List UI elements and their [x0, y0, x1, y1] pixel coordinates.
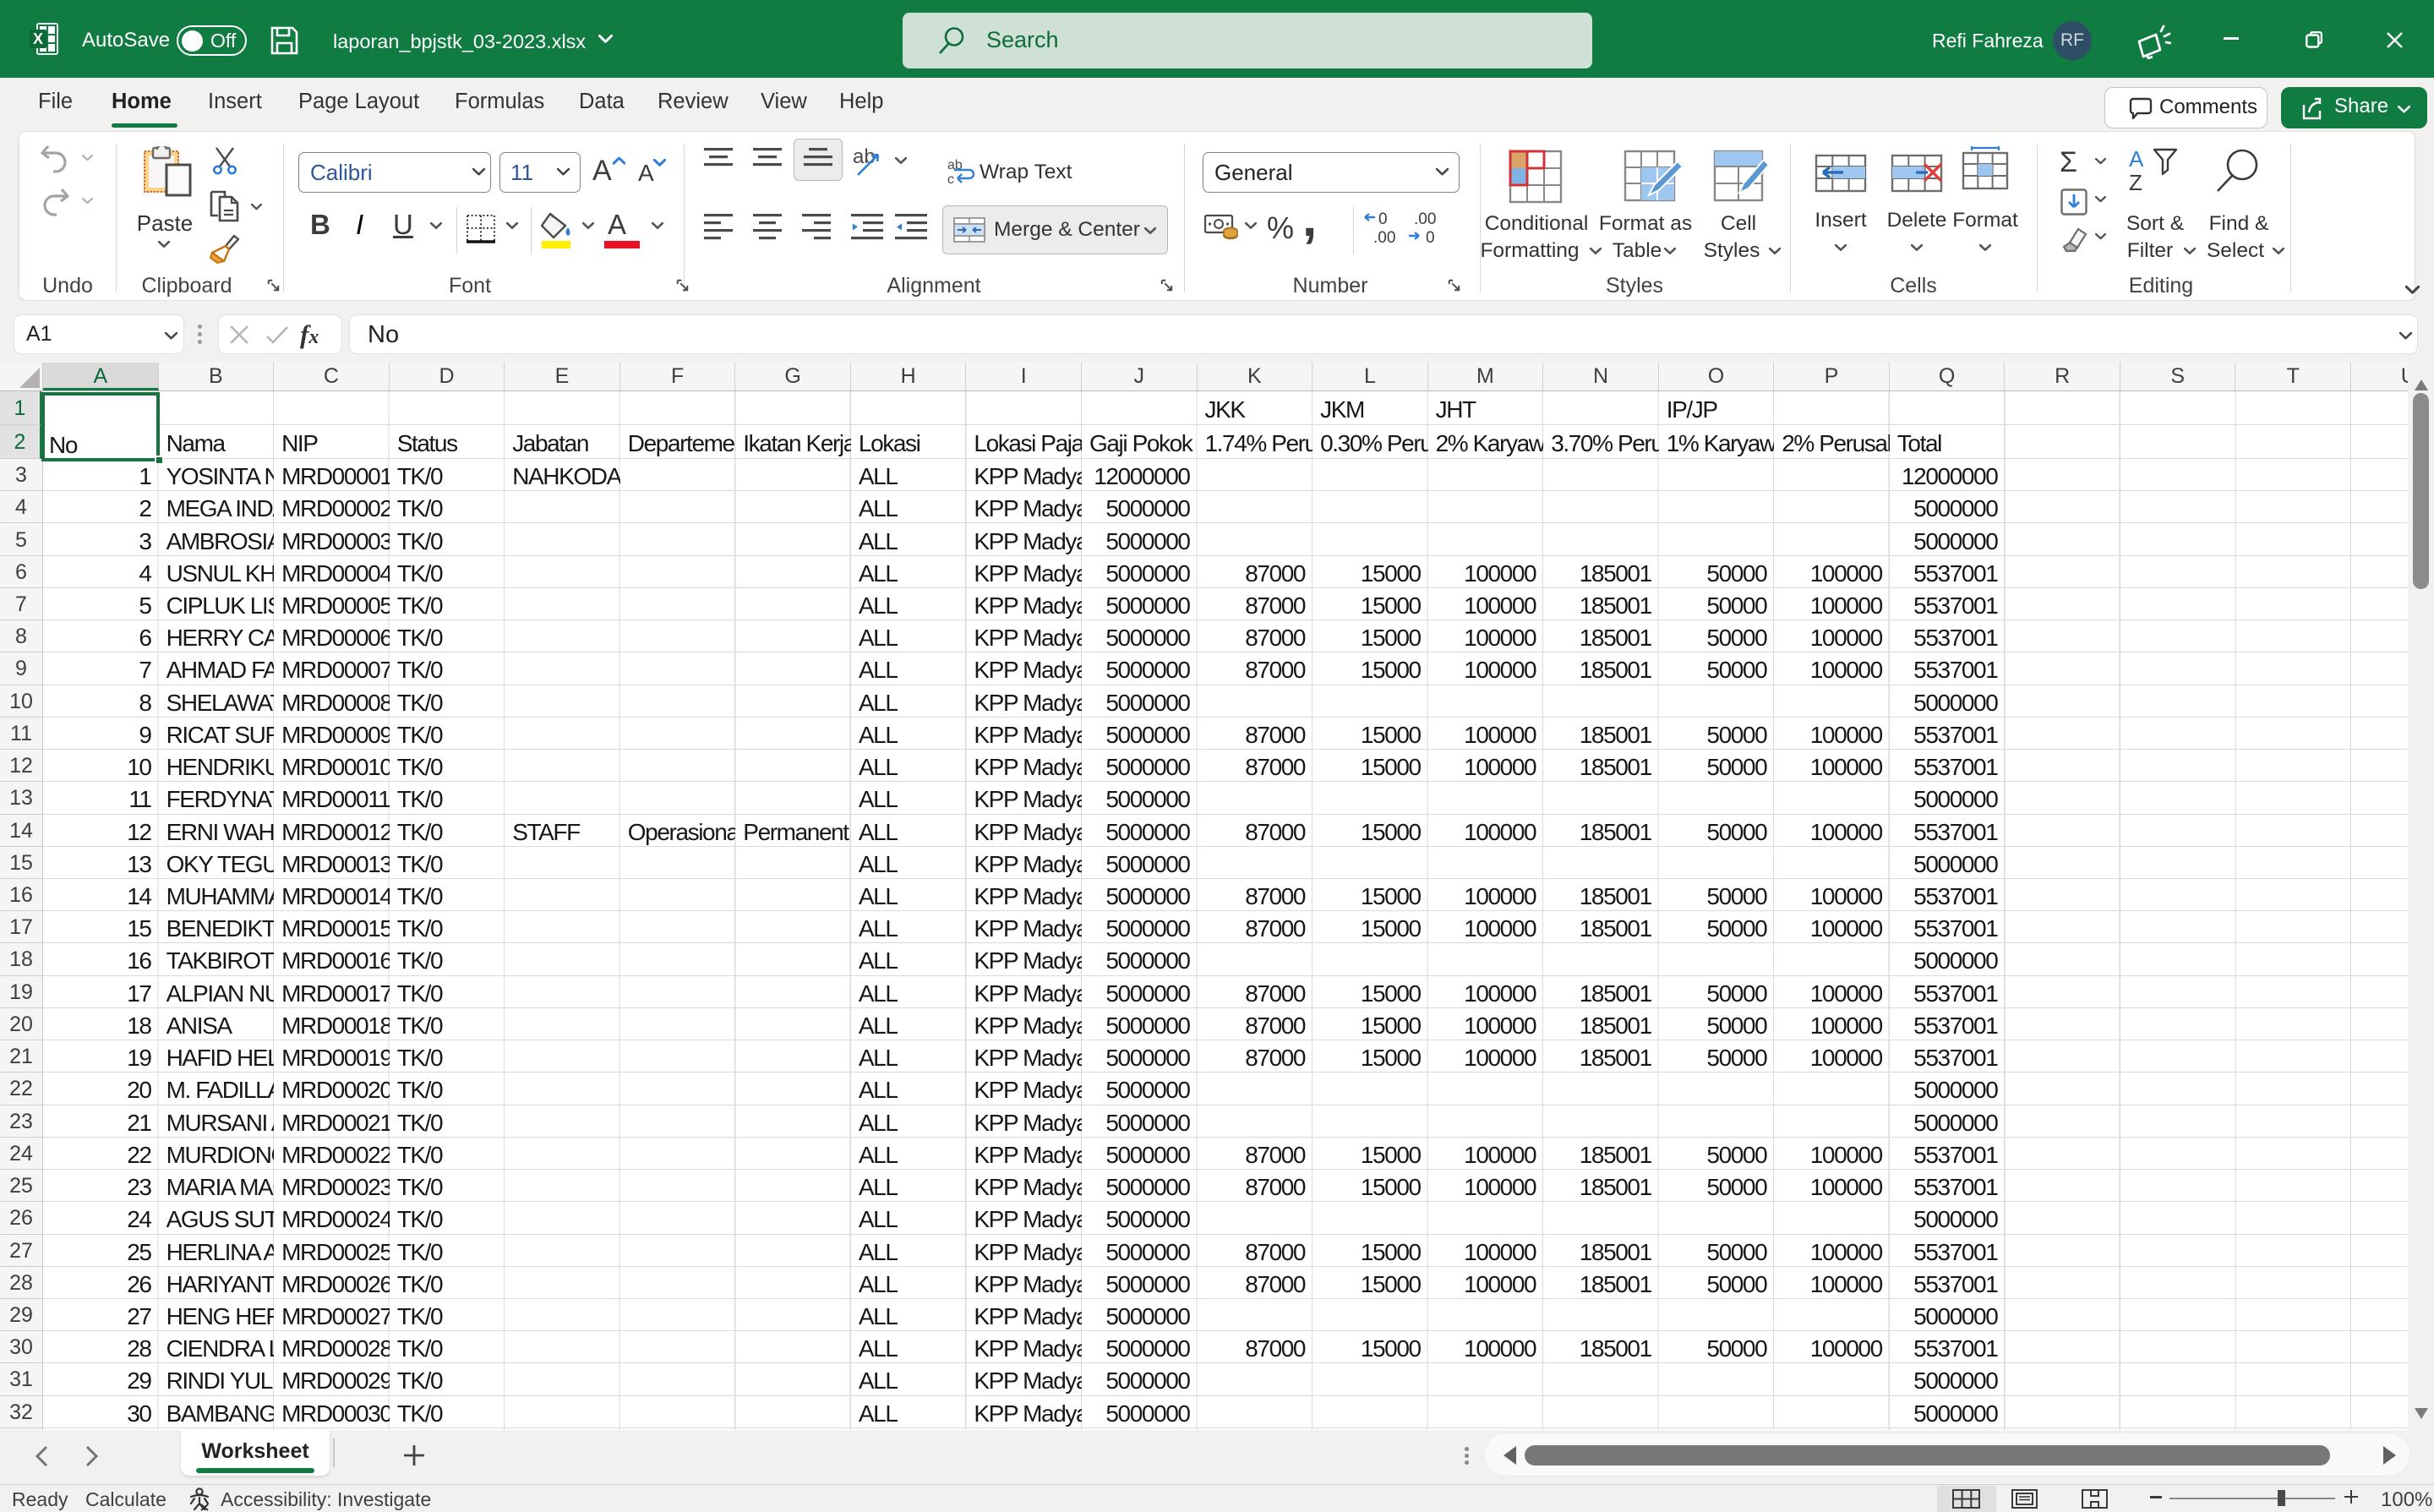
svg-text:X: X — [33, 30, 43, 47]
svg-text:0: 0 — [1426, 229, 1435, 246]
svg-text:Z: Z — [2129, 170, 2142, 194]
svg-text:.00: .00 — [1414, 210, 1436, 228]
svg-text:c: c — [947, 172, 954, 185]
svg-text:.00: .00 — [1373, 229, 1395, 246]
svg-text:0: 0 — [1378, 210, 1388, 228]
svg-text:ab: ab — [853, 145, 876, 168]
svg-text:A: A — [2129, 148, 2144, 172]
